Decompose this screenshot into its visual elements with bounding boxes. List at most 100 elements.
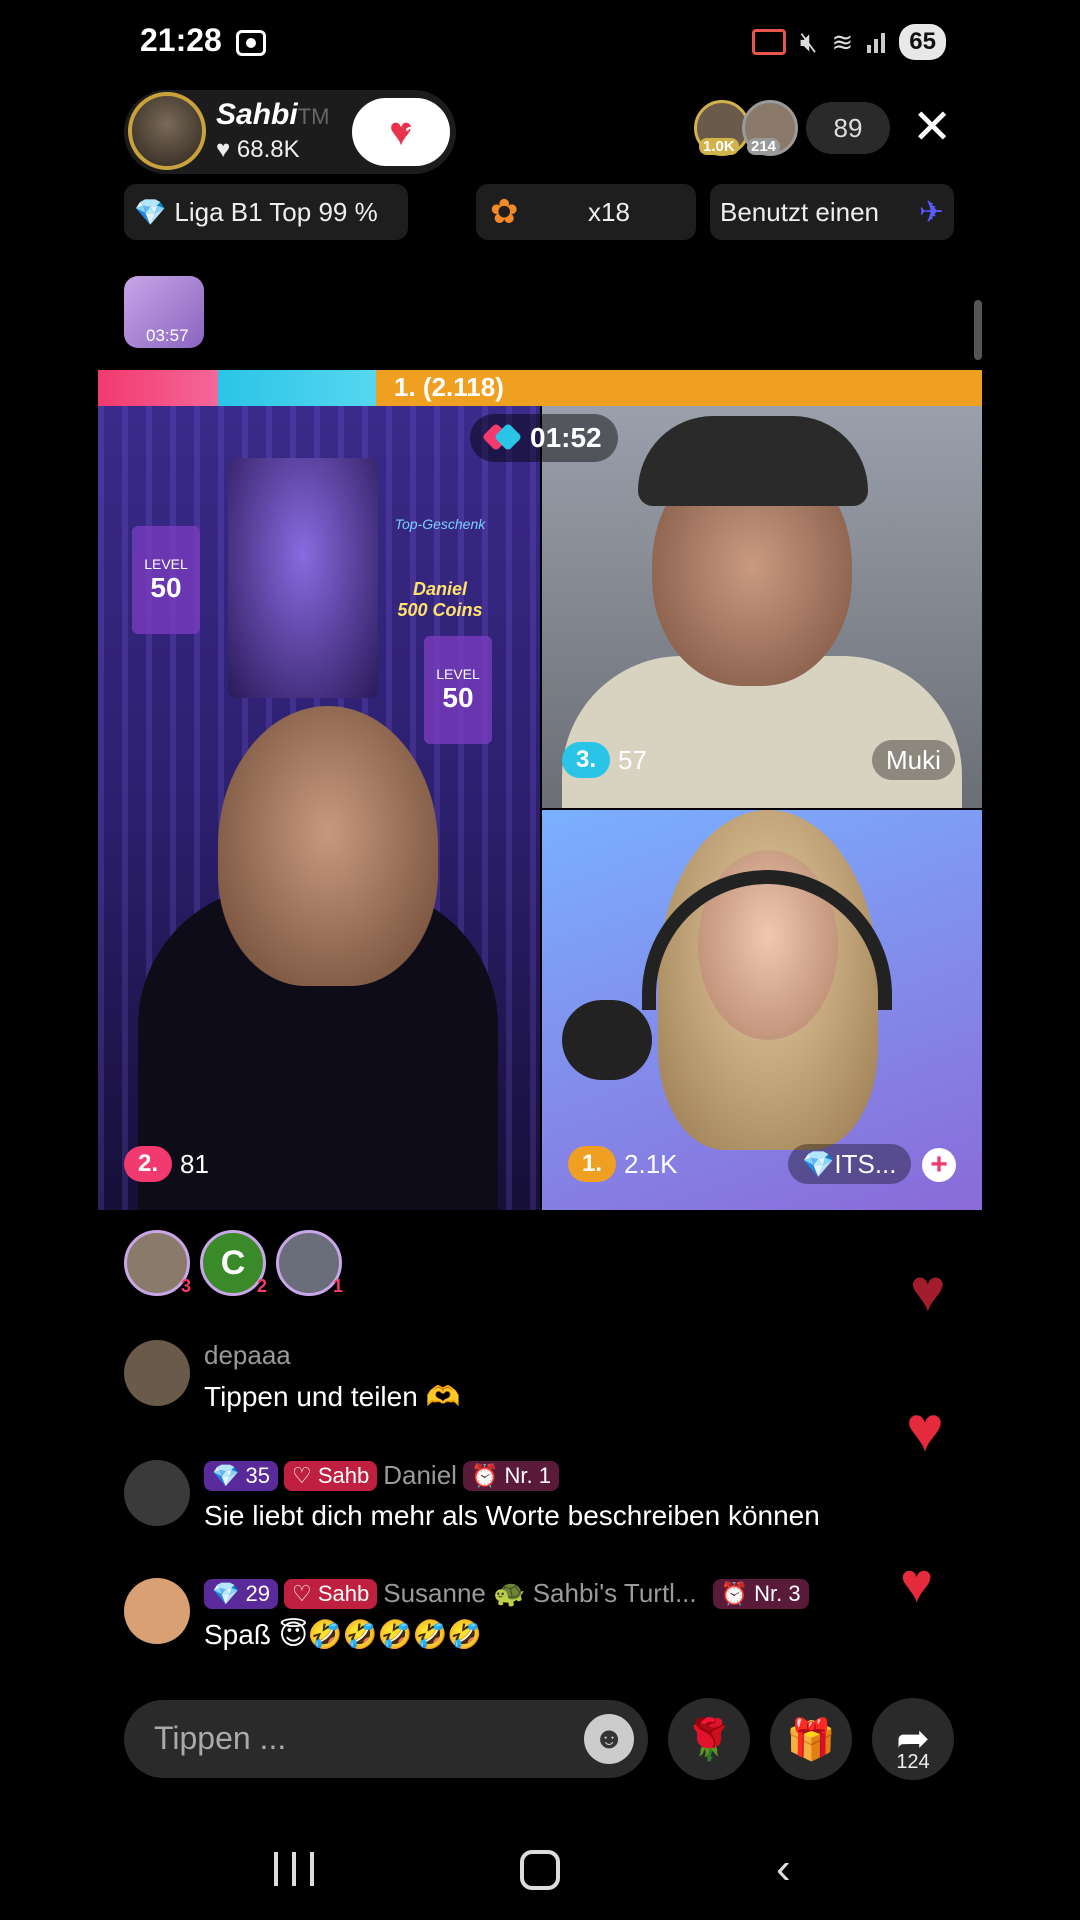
gifter-avatar[interactable]: 3 (124, 1230, 191, 1296)
gifter-initial: C (220, 1243, 246, 1282)
share-count: 124 (896, 1751, 930, 1773)
score-segment-pink (98, 370, 218, 406)
chat-username[interactable]: Daniel (383, 1460, 457, 1491)
top-gift-name: Daniel (412, 578, 468, 599)
level-tile-value: 50 (150, 572, 182, 603)
level-badge: 💎 29 (204, 1578, 278, 1609)
host-info[interactable]: SahbiTM ♥ 68.8K ♥ 34 (124, 90, 456, 174)
chat-text: Sie liebt dich mehr als Worte beschreibe… (204, 1500, 820, 1531)
rank-badge: 1. 2.1K (568, 1146, 688, 1182)
level-tile: LEVEL 50 (132, 526, 200, 634)
guest-name[interactable]: 💎ITS... (788, 1144, 911, 1184)
score-segment-cyan (218, 370, 376, 406)
chat-avatar[interactable] (124, 1578, 190, 1644)
level-tile-value: 50 (442, 682, 474, 713)
top-gift-title: Top-Geschenk (394, 516, 486, 532)
gift-icon: 🎁 (786, 1717, 836, 1762)
floating-heart-icon: ♥ (900, 1551, 934, 1614)
signal-icon (867, 31, 886, 53)
viewer-badge: 214 (747, 138, 781, 155)
wifi-icon: ≋ (831, 26, 854, 57)
rank-score: 57 (618, 744, 647, 775)
combo-count: x18 (588, 196, 630, 227)
rank-number: 2. (124, 1146, 173, 1182)
follow-button[interactable]: ♥ 34 (352, 98, 450, 166)
rose-gift-button[interactable]: 🌹 (668, 1698, 750, 1780)
clock: 21:28 (140, 22, 222, 58)
host-avatar[interactable] (128, 92, 206, 170)
level-tile: LEVEL 50 (424, 636, 492, 744)
video-muki[interactable]: 3. 57 Muki (542, 406, 982, 808)
combo-chip[interactable]: ✿ x18 (476, 184, 696, 240)
guest-name[interactable]: Muki (872, 740, 955, 780)
recent-apps-icon[interactable] (274, 1852, 314, 1886)
gift-icon: ✈ (918, 195, 944, 229)
battery-indicator: 65 (899, 24, 946, 60)
fan-club-name: Sahb (317, 1462, 370, 1488)
system-icons: 🔇︎ ≋ 65 (751, 24, 946, 60)
gifter-avatar[interactable]: C2 (200, 1230, 267, 1296)
rank-badge: 3. 57 (562, 742, 657, 778)
gift-use-chip[interactable]: Benutzt einen ✈ (710, 184, 954, 240)
top-gifters[interactable]: 3 C2 1 (124, 1230, 343, 1296)
rank-value: Nr. 1 (504, 1462, 551, 1488)
level-tile-label: LEVEL (436, 666, 480, 682)
mute-icon: 🔇︎ (799, 25, 818, 57)
viewer-count[interactable]: 89 (806, 102, 890, 154)
rank-number: 1. (568, 1146, 617, 1182)
video-its[interactable]: 1. 2.1K 💎ITS... + (542, 810, 982, 1210)
level-badge: 💎 35 (204, 1460, 278, 1491)
video-host[interactable]: LEVEL 50 LEVEL 50 Top-Geschenk Daniel 500 … (98, 406, 540, 1210)
share-button[interactable]: ➦ 124 (872, 1698, 954, 1780)
screen-record-icon (236, 30, 266, 56)
viewer-avatar[interactable]: 214 (742, 100, 798, 156)
comment-input[interactable]: Tippen ... ☻ (124, 1700, 648, 1778)
lion-poster (228, 458, 378, 698)
viewer-badge: 1.0K (699, 138, 739, 155)
heart-icon: ♥ 34 (389, 109, 426, 154)
rank-number: 3. (562, 742, 611, 778)
flower-icon: ✿ (490, 193, 519, 231)
follow-badge-count: 34 (405, 123, 426, 144)
floating-heart-icon: ♥ (906, 1393, 944, 1465)
pinned-timer: 03:57 (146, 326, 189, 345)
gift-button[interactable]: 🎁 (770, 1698, 852, 1780)
status-bar: 21:28 🔇︎ ≋ 65 (0, 0, 1080, 84)
pinned-gift-badge[interactable]: 03:57 (124, 276, 204, 348)
rank-value: Nr. 3 (754, 1580, 801, 1606)
league-label: Liga B1 Top 99 % (174, 196, 378, 227)
gifter-rank: 1 (332, 1276, 343, 1296)
rank-badge: 2. 81 (124, 1146, 219, 1182)
top-viewers[interactable]: 1.0K 214 89 (694, 100, 890, 156)
level-value: 29 (245, 1580, 270, 1606)
rose-icon: 🌹 (684, 1717, 734, 1762)
rank-badge: ⏰ Nr. 1 (462, 1460, 559, 1491)
chat-avatar[interactable] (124, 1460, 190, 1526)
rank-badge: ⏰ Nr. 3 (712, 1578, 809, 1609)
chat-header: depaaa (204, 1340, 291, 1371)
emoji-icon[interactable]: ☻ (584, 1714, 634, 1764)
gifter-rank: 3 (180, 1276, 191, 1296)
chat-text: Spaß 😇🤣🤣🤣🤣🤣 (204, 1619, 483, 1650)
scroll-indicator (974, 300, 982, 360)
battle-timer: 01:52 (470, 414, 618, 462)
chat-header: 💎 29 ♡ Sahb Susanne 🐢 Sahbi's Turtl... ⏰… (204, 1578, 809, 1609)
close-icon[interactable]: ✕ (912, 104, 952, 152)
chat-username[interactable]: Susanne 🐢 Sahbi's Turtl... (383, 1578, 696, 1609)
add-guest-icon[interactable]: + (922, 1148, 956, 1182)
home-icon[interactable] (520, 1850, 560, 1890)
gifter-avatar[interactable]: 1 (276, 1230, 343, 1296)
host-face (218, 706, 438, 986)
top-gift-overlay: Top-Geschenk Daniel 500 Coins (390, 516, 490, 622)
level-tile-label: LEVEL (144, 556, 188, 572)
level-value: 35 (245, 1462, 270, 1488)
chat-username[interactable]: depaaa (204, 1340, 291, 1371)
system-navigation-bar: ‹ (0, 1830, 1080, 1920)
gifter-rank: 2 (256, 1276, 267, 1296)
chat-header: 💎 35 ♡ Sahb Daniel ⏰ Nr. 1 (204, 1460, 559, 1491)
chat-avatar[interactable] (124, 1340, 190, 1406)
back-icon[interactable]: ‹ (776, 1844, 791, 1894)
host-name: SahbiTM (216, 98, 329, 132)
microphone (562, 1000, 652, 1080)
league-chip[interactable]: 💎 Liga B1 Top 99 % (124, 184, 408, 240)
